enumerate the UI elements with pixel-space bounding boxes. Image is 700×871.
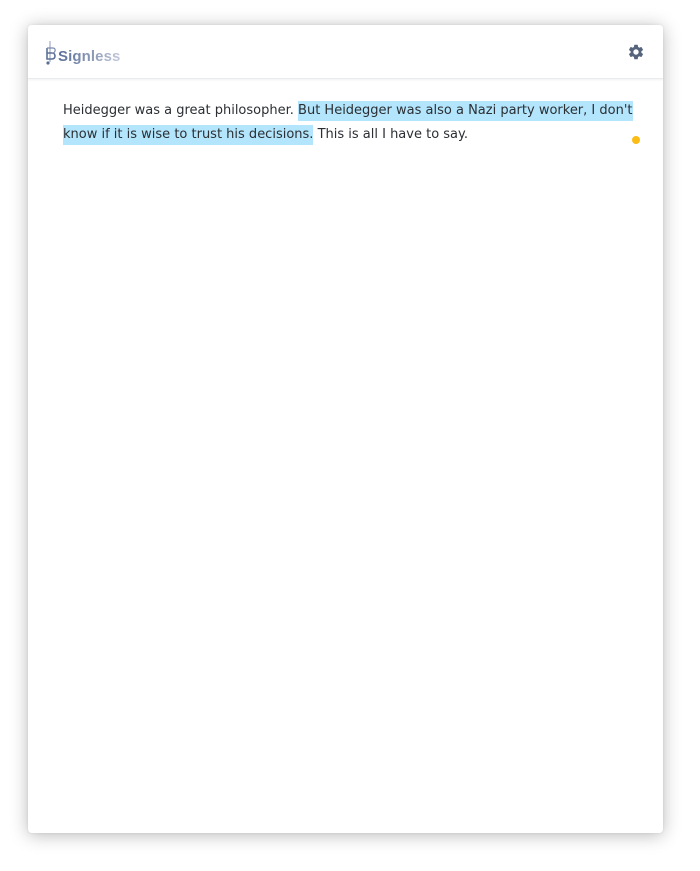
header-bar: Signless — [28, 25, 663, 79]
app-logo: Signless — [44, 38, 121, 66]
app-window: Signless Heidegger was a great philosoph… — [28, 25, 663, 833]
text-before-highlight: Heidegger was a great philosopher. — [63, 103, 299, 118]
app-logo-text: Signless — [58, 48, 121, 65]
document-text[interactable]: Heidegger was a great philosopher. But H… — [63, 99, 646, 147]
annotation-marker-dot[interactable] — [632, 136, 640, 144]
text-after-highlight: This is all I have to say. — [313, 127, 468, 142]
logo-mark-icon — [46, 41, 56, 65]
gear-icon[interactable] — [627, 43, 645, 61]
